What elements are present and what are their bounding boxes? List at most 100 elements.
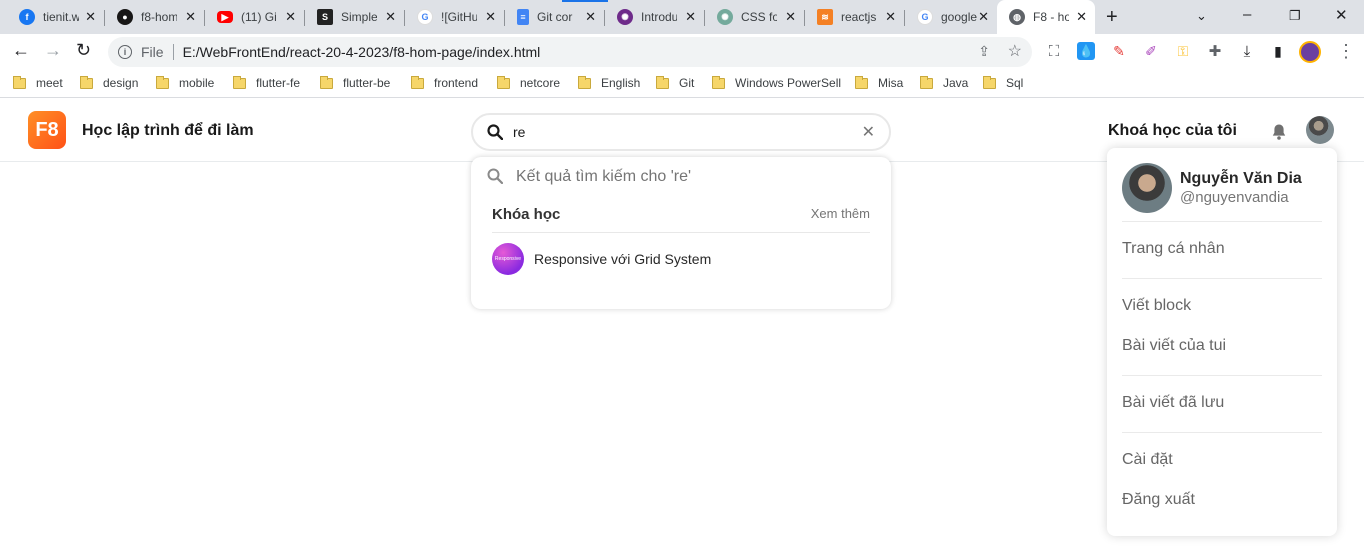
bookmark-folder[interactable]: mobile [156, 75, 214, 90]
tab-title: Simple [341, 10, 377, 24]
side-panel-icon[interactable]: ▮ [1269, 42, 1287, 60]
bookmark-folder[interactable]: flutter-fe [233, 75, 300, 90]
bookmark-folder[interactable]: flutter-be [320, 75, 390, 90]
browser-tab[interactable]: G ![GitHu ✕ [405, 0, 504, 34]
search-result-item[interactable]: Responsive Responsive với Grid System [492, 243, 711, 275]
user-avatar[interactable] [1306, 116, 1334, 144]
github-icon: ● [117, 9, 133, 25]
forward-arrow-icon[interactable]: → [44, 40, 62, 61]
key-extension-icon[interactable]: ⚿ [1174, 42, 1192, 60]
close-icon[interactable]: ✕ [85, 9, 96, 25]
bookmark-folder[interactable]: meet [13, 75, 63, 90]
clear-icon[interactable]: ✕ [862, 122, 875, 142]
bell-icon[interactable] [1271, 123, 1287, 141]
omnibox-scheme: File [141, 44, 164, 60]
color-picker-icon[interactable]: ✐ [1142, 42, 1160, 60]
close-icon[interactable]: ✕ [978, 9, 989, 25]
close-icon[interactable]: ✕ [485, 9, 496, 25]
bookmark-folder[interactable]: Sql [983, 75, 1023, 90]
close-icon[interactable]: ✕ [885, 9, 896, 25]
user-menu-avatar [1122, 163, 1172, 213]
results-divider [492, 232, 870, 233]
screenshot-icon[interactable]: ⛶ [1045, 42, 1063, 60]
window-close-icon[interactable]: ✕ [1335, 6, 1348, 24]
close-icon[interactable]: ✕ [185, 9, 196, 25]
browser-tab[interactable]: ✺ Introdu ✕ [605, 0, 704, 34]
close-icon[interactable]: ✕ [385, 9, 396, 25]
browser-tab[interactable]: ● f8-hom ✕ [105, 0, 204, 34]
menu-item-write-blog[interactable]: Viết block [1122, 297, 1191, 315]
search-box[interactable]: ✕ [471, 113, 891, 151]
my-courses-link[interactable]: Khoá học của tôi [1108, 122, 1237, 140]
close-icon[interactable]: ✕ [285, 9, 296, 25]
site-title: Học lập trình để đi làm [82, 122, 254, 139]
browser-profile-avatar[interactable] [1299, 41, 1321, 63]
bookmark-folder[interactable]: Misa [855, 75, 904, 90]
bookmark-folder[interactable]: design [80, 75, 139, 90]
new-tab-icon[interactable]: + [1106, 6, 1118, 29]
star-icon[interactable]: ☆ [1008, 41, 1022, 61]
bookmark-label: Misa [878, 76, 904, 90]
address-bar[interactable]: i File E:/WebFrontEnd/react-20-4-2023/f8… [108, 37, 1032, 67]
menu-divider [1122, 278, 1322, 279]
share-icon[interactable]: ⇪ [978, 43, 990, 60]
omnibox-url[interactable]: E:/WebFrontEnd/react-20-4-2023/f8-hom-pa… [183, 44, 541, 60]
info-icon[interactable]: i [118, 45, 132, 59]
minimize-icon[interactable]: – [1243, 6, 1251, 23]
menu-item-my-posts[interactable]: Bài viết của tui [1122, 337, 1226, 355]
bookmark-folder[interactable]: frontend [411, 75, 479, 90]
f8-logo[interactable]: F8 [28, 111, 66, 149]
menu-item-logout[interactable]: Đăng xuất [1122, 491, 1195, 509]
bookmarks-bar: meet design mobile flutter-fe flutter-be… [0, 70, 1364, 98]
folder-icon [983, 75, 996, 89]
tab-title: reactjs [841, 10, 877, 24]
bookmark-folder[interactable]: Java [920, 75, 968, 90]
bookmark-label: netcore [520, 76, 561, 90]
bookmark-folder[interactable]: Git [656, 75, 694, 90]
browser-tab-active[interactable]: ◍ F8 - ho ✕ [997, 0, 1095, 34]
folder-icon [156, 75, 169, 89]
bookmark-label: design [103, 76, 139, 90]
folder-icon [411, 75, 424, 89]
menu-item-settings[interactable]: Cài đặt [1122, 451, 1173, 469]
search-results-dropdown: Kết quả tìm kiếm cho 're' Khóa học Xem t… [471, 157, 891, 309]
search-icon [487, 124, 503, 140]
bookmark-folder[interactable]: English [578, 75, 640, 90]
see-more-link[interactable]: Xem thêm [811, 206, 870, 221]
restore-icon[interactable]: ❐ [1289, 8, 1301, 24]
browser-tab[interactable]: ✺ CSS fo ✕ [705, 0, 804, 34]
browser-tab[interactable]: ▶ (11) Gi ✕ [205, 0, 304, 34]
folder-icon [497, 75, 510, 89]
pen-extension-icon[interactable]: ✎ [1110, 42, 1128, 60]
close-icon[interactable]: ✕ [585, 9, 596, 25]
menu-item-saved-posts[interactable]: Bài viết đã lưu [1122, 394, 1224, 412]
browser-tab[interactable]: G google ✕ [905, 0, 997, 34]
search-icon [487, 168, 503, 184]
drop-extension-icon[interactable]: 💧 [1077, 42, 1095, 60]
browser-toolbar: ← → ↻ i File E:/WebFrontEnd/react-20-4-2… [0, 34, 1364, 70]
menu-item-profile[interactable]: Trang cá nhân [1122, 240, 1225, 258]
bookmark-folder[interactable]: netcore [497, 75, 561, 90]
browser-tab[interactable]: ≋ reactjs ✕ [805, 0, 904, 34]
bookmark-folder[interactable]: Windows PowerSell [712, 75, 841, 90]
menu-divider [1122, 432, 1322, 433]
docs-icon: ≡ [517, 9, 529, 25]
close-icon[interactable]: ✕ [785, 9, 796, 25]
bookmark-label: meet [36, 76, 63, 90]
close-icon[interactable]: ✕ [1076, 9, 1087, 25]
download-icon[interactable]: ⤓ [1238, 42, 1256, 60]
search-input[interactable] [513, 122, 843, 142]
browser-tab[interactable]: ≡ Git cor ✕ [505, 0, 604, 34]
facebook-icon: f [19, 9, 35, 25]
bookmark-label: frontend [434, 76, 479, 90]
tab-search-chevron-icon[interactable]: ⌄ [1196, 8, 1207, 24]
browser-menu-icon[interactable]: ⋮ [1337, 41, 1355, 62]
reload-icon[interactable]: ↻ [76, 40, 91, 61]
close-icon[interactable]: ✕ [685, 9, 696, 25]
youtube-icon: ▶ [217, 11, 233, 23]
browser-tab[interactable]: S Simple ✕ [305, 0, 404, 34]
back-arrow-icon[interactable]: ← [12, 40, 30, 61]
browser-tab[interactable]: f tienit.w ✕ [7, 0, 104, 34]
extensions-puzzle-icon[interactable]: ✚ [1206, 42, 1224, 60]
course-thumbnail: Responsive [492, 243, 524, 275]
